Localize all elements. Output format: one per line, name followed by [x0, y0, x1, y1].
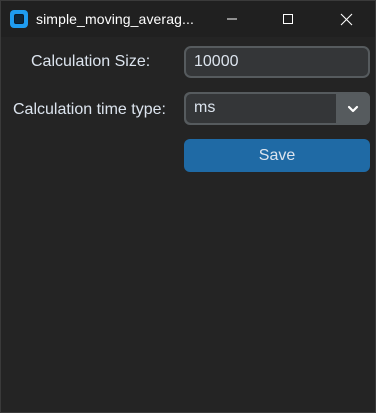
- minimize-icon: [227, 18, 237, 20]
- minimize-button[interactable]: [209, 1, 255, 37]
- combobox-dropdown-button[interactable]: [336, 92, 370, 125]
- calculation-time-type-combobox[interactable]: ms: [184, 92, 370, 125]
- chevron-down-icon: [347, 105, 359, 112]
- maximize-button[interactable]: [265, 1, 311, 37]
- close-icon: [340, 13, 352, 25]
- app-icon: [10, 10, 28, 28]
- close-button[interactable]: [323, 1, 369, 37]
- save-button[interactable]: Save: [184, 139, 370, 172]
- calculation-size-label: Calculation Size:: [31, 53, 151, 70]
- maximize-icon: [283, 14, 293, 24]
- title-bar[interactable]: simple_moving_averag...: [1, 1, 375, 37]
- combobox-selected-value: ms: [194, 99, 216, 116]
- calculation-time-type-label: Calculation time type:: [13, 101, 166, 118]
- combobox-field[interactable]: ms: [186, 94, 336, 123]
- app-window: simple_moving_averag... Calculation Size…: [0, 0, 376, 413]
- window-title: simple_moving_averag...: [36, 11, 194, 27]
- calculation-size-input[interactable]: [184, 46, 370, 78]
